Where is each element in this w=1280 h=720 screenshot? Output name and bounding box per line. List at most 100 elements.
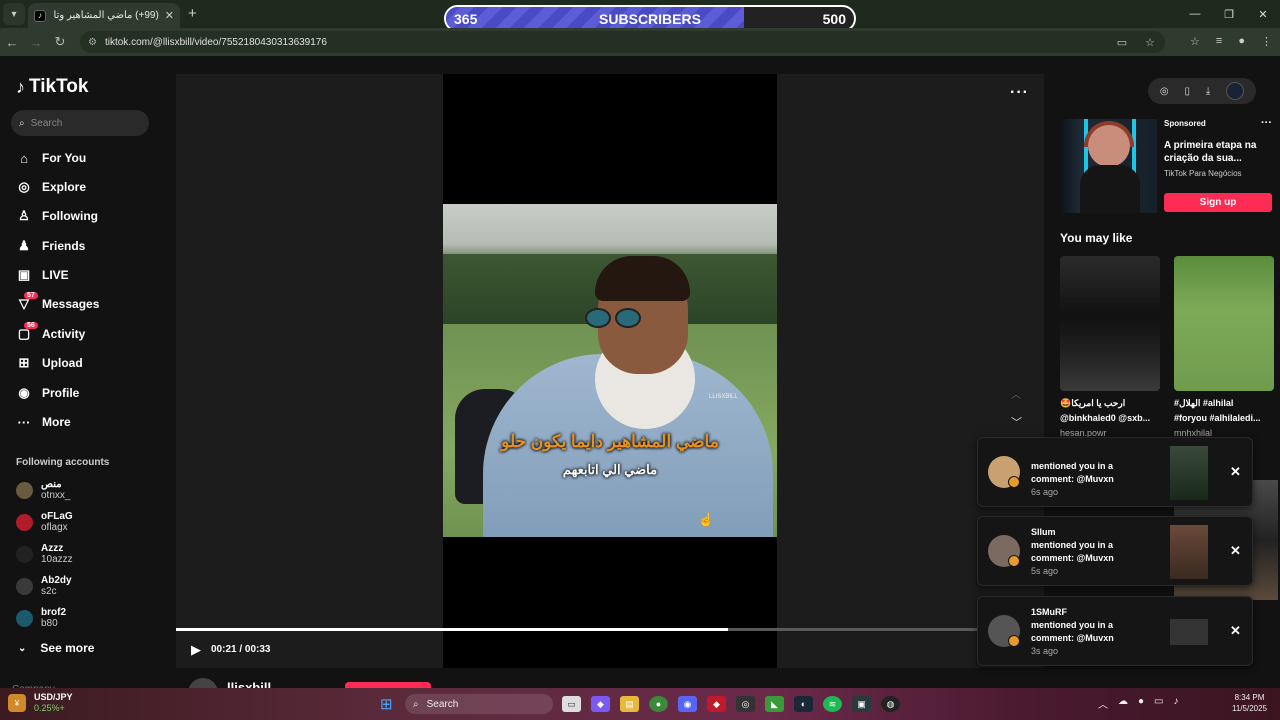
video-watermark: LLISXBILL (709, 394, 738, 400)
volume-icon[interactable]: ♪ (1174, 696, 1179, 711)
previous-video-icon[interactable]: ︿ (1011, 386, 1021, 401)
taskbar-search[interactable]: ⌕ Search (405, 694, 553, 714)
ad-title[interactable]: A primeira etapa na criação da sua... (1164, 139, 1264, 165)
task-view-icon[interactable]: ▭ (562, 696, 581, 712)
chrome-icon[interactable]: ● (649, 696, 668, 712)
notification-toast[interactable]: Sllum mentioned you in a comment: @Muvxn… (977, 516, 1253, 586)
nav-explore[interactable]: ◎ Explore (16, 177, 86, 197)
bookmark-star-icon[interactable]: ☆ (1143, 36, 1157, 50)
video-progress-fill (176, 628, 729, 631)
account-handle: oflagx (41, 522, 68, 533)
steam-icon[interactable]: ◐ (794, 696, 813, 712)
profile-avatar: ◉ (18, 385, 30, 400)
system-tray: ︿ ☁ ● ▭ ♪ (1098, 696, 1179, 711)
profile-icon[interactable]: ● (1238, 35, 1245, 48)
maximize-button[interactable]: ❐ (1212, 0, 1246, 28)
network-icon[interactable]: ▭ (1154, 696, 1163, 711)
file-explorer-icon[interactable]: ▤ (620, 696, 639, 712)
nav-friends[interactable]: ♟ Friends (16, 236, 85, 256)
reading-list-icon[interactable]: ≡ (1216, 35, 1222, 48)
following-account[interactable]: Ab2dy s2c (16, 575, 72, 597)
close-icon[interactable]: ✕ (1230, 543, 1241, 559)
recommended-video-thumb[interactable] (1174, 256, 1274, 391)
following-account[interactable]: منص otnxx_ (16, 479, 70, 501)
following-account[interactable]: Azzz 10azzz (16, 543, 73, 565)
back-button[interactable]: ← (0, 35, 24, 50)
discord-icon[interactable]: ◉ (678, 696, 697, 712)
video-more-options-icon[interactable]: ··· (1010, 84, 1029, 102)
nav-more[interactable]: ··· More (16, 412, 71, 432)
obs-icon[interactable]: ◍ (881, 696, 900, 712)
nav-for-you[interactable]: ⌂ For You (16, 148, 86, 168)
spotify-icon[interactable]: ≋ (823, 696, 842, 712)
ad-more-icon[interactable]: ··· (1261, 117, 1272, 129)
recommended-caption[interactable]: #الهلال #alhilal (1174, 397, 1278, 410)
notification-badge-icon (1008, 635, 1020, 647)
tiktok-logo[interactable]: ♪ TikTok (16, 76, 88, 98)
copilot-icon[interactable]: ◆ (591, 696, 610, 712)
extensions-icon[interactable]: ☆ (1190, 35, 1200, 48)
device-icon[interactable]: ▯ (1184, 86, 1190, 97)
following-account[interactable]: brof2 b80 (16, 607, 66, 629)
nav-label: Activity (42, 327, 86, 341)
user-avatar[interactable] (1226, 82, 1245, 100)
close-icon[interactable]: ✕ (1230, 464, 1241, 480)
new-tab-button[interactable]: + (188, 5, 197, 22)
tab-close-icon[interactable]: ✕ (165, 9, 174, 22)
app-red-icon[interactable]: ◆ (707, 696, 726, 712)
browser-menu-icon[interactable]: ⋮ (1261, 35, 1272, 48)
terminal-icon[interactable]: ▣ (852, 696, 871, 712)
search-input[interactable]: ⌕ Search (11, 110, 149, 136)
search-placeholder: Search (30, 117, 63, 129)
notification-toast[interactable]: mentioned you in a comment: @Muvxn 6s ag… (977, 437, 1253, 507)
cloud-icon[interactable]: ☁ (1118, 696, 1128, 711)
windows-start-icon[interactable]: ⊞ (380, 695, 393, 713)
recommended-video-thumb[interactable] (1060, 256, 1160, 391)
recommended-caption[interactable]: ارحب يا امريكا🤩 (1060, 397, 1164, 410)
nav-activity[interactable]: ▢ 56 Activity (16, 322, 86, 344)
nvidia-icon[interactable]: ◣ (765, 696, 784, 712)
cast-icon[interactable]: ▭ (1115, 36, 1129, 50)
sponsored-label: Sponsored (1164, 119, 1206, 128)
nav-profile[interactable]: ◉ Profile (16, 383, 79, 403)
app-generic-icon[interactable]: ◎ (736, 696, 755, 712)
nav-live[interactable]: ▣ LIVE (16, 265, 69, 285)
browser-tab[interactable]: ♪ (99+) ماضي المشاهير وتأثيره على... ✕ (28, 3, 180, 28)
recommended-caption[interactable]: #foryou #alhilaledi... (1174, 412, 1278, 425)
tab-search-button[interactable]: ▾ (3, 3, 25, 25)
account-name: Ab2dy (41, 575, 72, 586)
tray-expand-icon[interactable]: ︿ (1098, 696, 1108, 711)
following-account[interactable]: oFLaG oflagx (16, 511, 73, 533)
account-handle: b80 (41, 618, 58, 629)
minimize-button[interactable]: — (1178, 0, 1212, 28)
notification-toast[interactable]: 1SMuRF mentioned you in a comment: @Muvx… (977, 596, 1253, 666)
reload-button[interactable]: ↻ (48, 34, 72, 50)
activity-badge: 56 (24, 322, 38, 329)
nav-label: For You (42, 151, 87, 165)
stock-widget[interactable]: ¥ USD/JPY 0.25%+ (8, 692, 73, 714)
download-icon[interactable]: ⤓ (1206, 86, 1210, 97)
nav-following[interactable]: ♙ Following (16, 206, 98, 226)
video-progress-bar[interactable] (176, 628, 1044, 631)
nav-label: Upload (42, 356, 83, 370)
taskbar-apps: ▭ ◆ ▤ ● ◉ ◆ ◎ ◣ ◐ ≋ ▣ ◍ (562, 696, 900, 712)
upload-icon: ⊞ (18, 355, 30, 370)
play-icon[interactable]: ▶ (191, 642, 201, 658)
window-controls: — ❐ ✕ (1178, 0, 1280, 28)
app-tray-icon[interactable]: ● (1138, 696, 1144, 711)
site-info-icon[interactable]: ⚙ (88, 37, 97, 48)
recommended-caption[interactable]: @binkhaled0 @sxb... (1060, 412, 1164, 425)
compass-tool-icon[interactable]: ◎ (1160, 86, 1169, 97)
forward-button[interactable]: → (24, 35, 48, 50)
url-field[interactable]: ⚙ tiktok.com/@llisxbill/video/7552180430… (80, 31, 1165, 53)
see-more-button[interactable]: ⌄ See more (18, 641, 94, 655)
next-video-icon[interactable]: ﹀ (1011, 414, 1022, 430)
nav-messages[interactable]: ▽ 57 Messages (16, 292, 99, 314)
ad-thumbnail[interactable] (1060, 119, 1157, 213)
close-icon[interactable]: ✕ (1230, 623, 1241, 639)
close-window-button[interactable]: ✕ (1246, 0, 1280, 28)
video-frame[interactable]: LLISXBILL (443, 204, 777, 537)
nav-upload[interactable]: ⊞ Upload (16, 353, 83, 373)
taskbar-clock[interactable]: 8:34 PM 11/5/2025 (1232, 692, 1267, 714)
sign-up-button[interactable]: Sign up (1164, 193, 1272, 212)
